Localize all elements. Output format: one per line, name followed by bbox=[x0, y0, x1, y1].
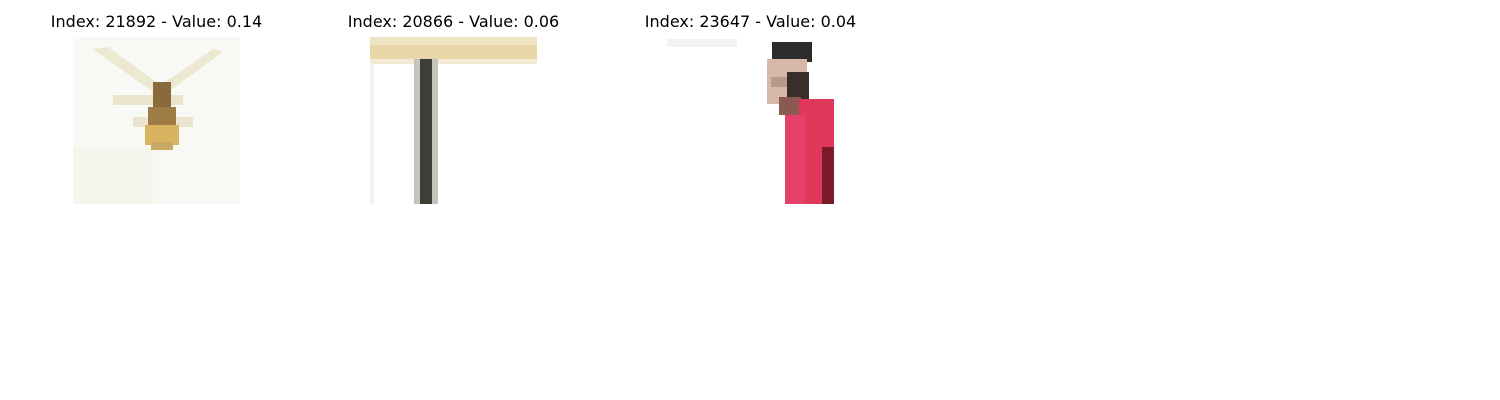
insect-image bbox=[73, 37, 240, 204]
table-image bbox=[370, 37, 537, 204]
subplot-title: Index: 21892 - Value: 0.14 bbox=[50, 12, 263, 31]
subplot-1: Index: 21892 - Value: 0.14 bbox=[8, 0, 305, 210]
subplot-title: Index: 23647 - Value: 0.04 bbox=[644, 12, 857, 31]
subplot-2: Index: 20866 - Value: 0.06 bbox=[305, 0, 602, 210]
person-image bbox=[667, 37, 834, 204]
subplot-title: Index: 20866 - Value: 0.06 bbox=[347, 12, 560, 31]
subplot-3: Index: 23647 - Value: 0.04 bbox=[602, 0, 899, 210]
